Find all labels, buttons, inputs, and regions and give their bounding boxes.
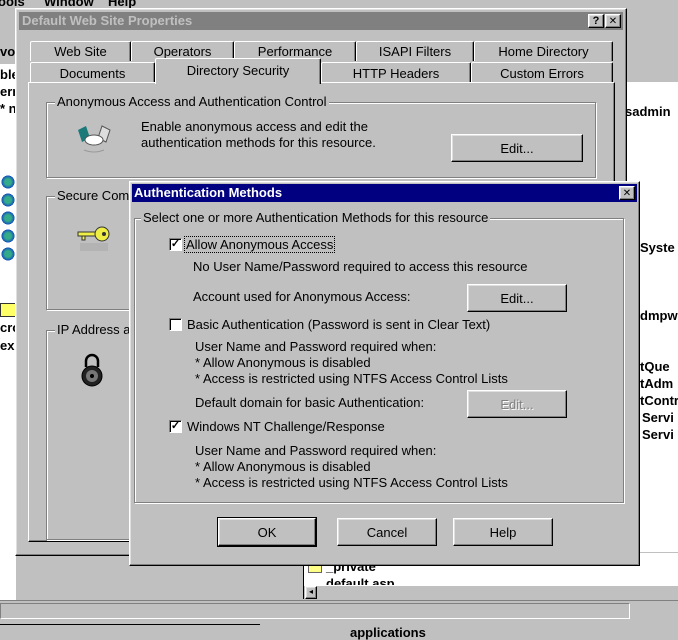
basic-desc3: * Access is restricted using NTFS Access… <box>195 371 508 386</box>
properties-titlebar: Default Web Site Properties ? ✕ <box>19 12 623 30</box>
right-fragment: tContr <box>640 393 678 408</box>
basic-auth-checkbox[interactable] <box>169 318 182 331</box>
ok-label: OK <box>257 524 277 540</box>
tab-documents[interactable]: Documents <box>30 62 155 83</box>
left-fragment: ex <box>0 338 15 353</box>
basic-edit-button[interactable]: Edit... <box>467 390 567 418</box>
right-fragment: Syste <box>640 240 675 255</box>
tab-web-site[interactable]: Web Site <box>30 41 131 61</box>
ntlm-checkbox[interactable]: ✓ <box>169 420 182 433</box>
anonymous-label-text: Allow Anonymous Access <box>186 237 334 252</box>
anon-edit-label: Edit... <box>500 140 534 156</box>
tab-home-directory[interactable]: Home Directory <box>474 41 613 61</box>
anon-desc-line1: Enable anonymous access and edit the <box>141 119 368 134</box>
tab-directory-security[interactable]: Directory Security <box>155 58 321 84</box>
lock-icon <box>81 353 103 387</box>
globe-icon <box>0 175 16 189</box>
ntlm-desc1: User Name and Password required when: <box>195 443 437 458</box>
help-button[interactable]: ? <box>588 14 604 28</box>
anonymous-desc: No User Name/Password required to access… <box>193 259 528 274</box>
auth-titlebar: Authentication Methods ✕ <box>132 184 637 202</box>
anonymous-label[interactable]: Allow Anonymous Access <box>183 236 336 253</box>
status-bar <box>0 600 678 620</box>
tab-http-headers[interactable]: HTTP Headers <box>321 62 471 83</box>
ntlm-desc3: * Access is restricted using NTFS Access… <box>195 475 508 490</box>
secure-group-legend: Secure Com <box>55 188 132 203</box>
right-fragment: Servi <box>642 427 674 442</box>
globe-icon <box>0 247 16 261</box>
basic-edit-label: Edit... <box>500 396 534 412</box>
globe-icon <box>0 193 16 207</box>
right-fragment: tQue <box>640 359 670 374</box>
cancel-label: Cancel <box>366 524 408 540</box>
basic-auth-label[interactable]: Basic Authentication (Password is sent i… <box>187 317 490 332</box>
auth-group-legend: Select one or more Authentication Method… <box>141 210 491 225</box>
key-icon <box>77 226 110 251</box>
help-dialog-button[interactable]: Help <box>453 518 553 546</box>
menu-bar: ools Window Help <box>0 0 678 9</box>
ip-group-legend: IP Address a <box>55 322 133 337</box>
ntlm-desc2: * Allow Anonymous is disabled <box>195 459 371 474</box>
horizontal-scrollbar[interactable]: ◂ <box>304 585 678 599</box>
close-button[interactable]: ✕ <box>605 14 621 28</box>
help-label: Help <box>489 524 517 540</box>
mail-icon <box>0 303 16 317</box>
basic-desc2: * Allow Anonymous is disabled <box>195 355 371 370</box>
right-fragment: sadmin <box>625 104 671 119</box>
basic-domain-label: Default domain for basic Authentication: <box>195 395 425 410</box>
anonymous-checkbox[interactable]: ✓ <box>169 238 182 251</box>
right-fragment: dmpw <box>640 308 678 323</box>
anon-group-legend: Anonymous Access and Authentication Cont… <box>55 94 329 109</box>
globe-icon <box>0 229 16 243</box>
ntlm-label[interactable]: Windows NT Challenge/Response <box>187 419 385 434</box>
right-fragment: Servi <box>642 410 674 425</box>
right-fragment: tAdm <box>640 376 674 391</box>
cancel-button[interactable]: Cancel <box>337 518 437 546</box>
globe-icon <box>0 211 16 225</box>
anon-edit-button[interactable]: Edit... <box>451 134 583 162</box>
handshake-icon <box>78 125 111 153</box>
auth-title: Authentication Methods <box>134 185 283 200</box>
properties-title: Default Web Site Properties <box>22 13 193 28</box>
auth-close-button[interactable]: ✕ <box>619 186 635 200</box>
anon-desc-line2: authentication methods for this resource… <box>141 135 376 150</box>
basic-desc1: User Name and Password required when: <box>195 339 437 354</box>
scroll-left-button[interactable]: ◂ <box>305 586 317 599</box>
tab-isapi-filters[interactable]: ISAPI Filters <box>356 41 474 61</box>
anonymous-edit-button[interactable]: Edit... <box>467 284 567 312</box>
ok-button[interactable]: OK <box>217 517 317 547</box>
tab-custom-errors[interactable]: Custom Errors <box>471 62 613 83</box>
bottom-window-fragment <box>0 621 260 625</box>
anonymous-edit-label: Edit... <box>500 290 534 306</box>
anonymous-account-label: Account used for Anonymous Access: <box>193 289 411 304</box>
